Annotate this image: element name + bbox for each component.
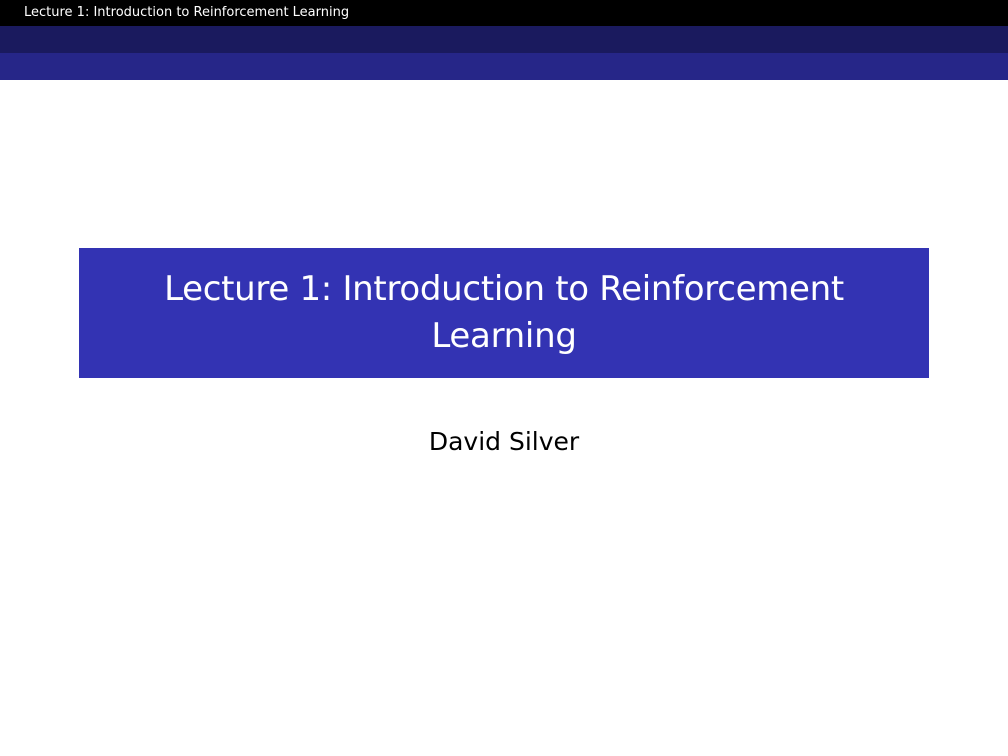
author-name: David Silver xyxy=(428,427,580,456)
slide-title: Lecture 1: Introduction to Reinforcement… xyxy=(164,269,844,356)
header-bar: Lecture 1: Introduction to Reinforcement… xyxy=(0,0,1008,26)
running-title: Lecture 1: Introduction to Reinforcement… xyxy=(24,5,350,20)
header-band-mid xyxy=(0,53,1008,80)
title-box: Lecture 1: Introduction to Reinforcement… xyxy=(79,248,929,378)
header-band-dark xyxy=(0,26,1008,53)
